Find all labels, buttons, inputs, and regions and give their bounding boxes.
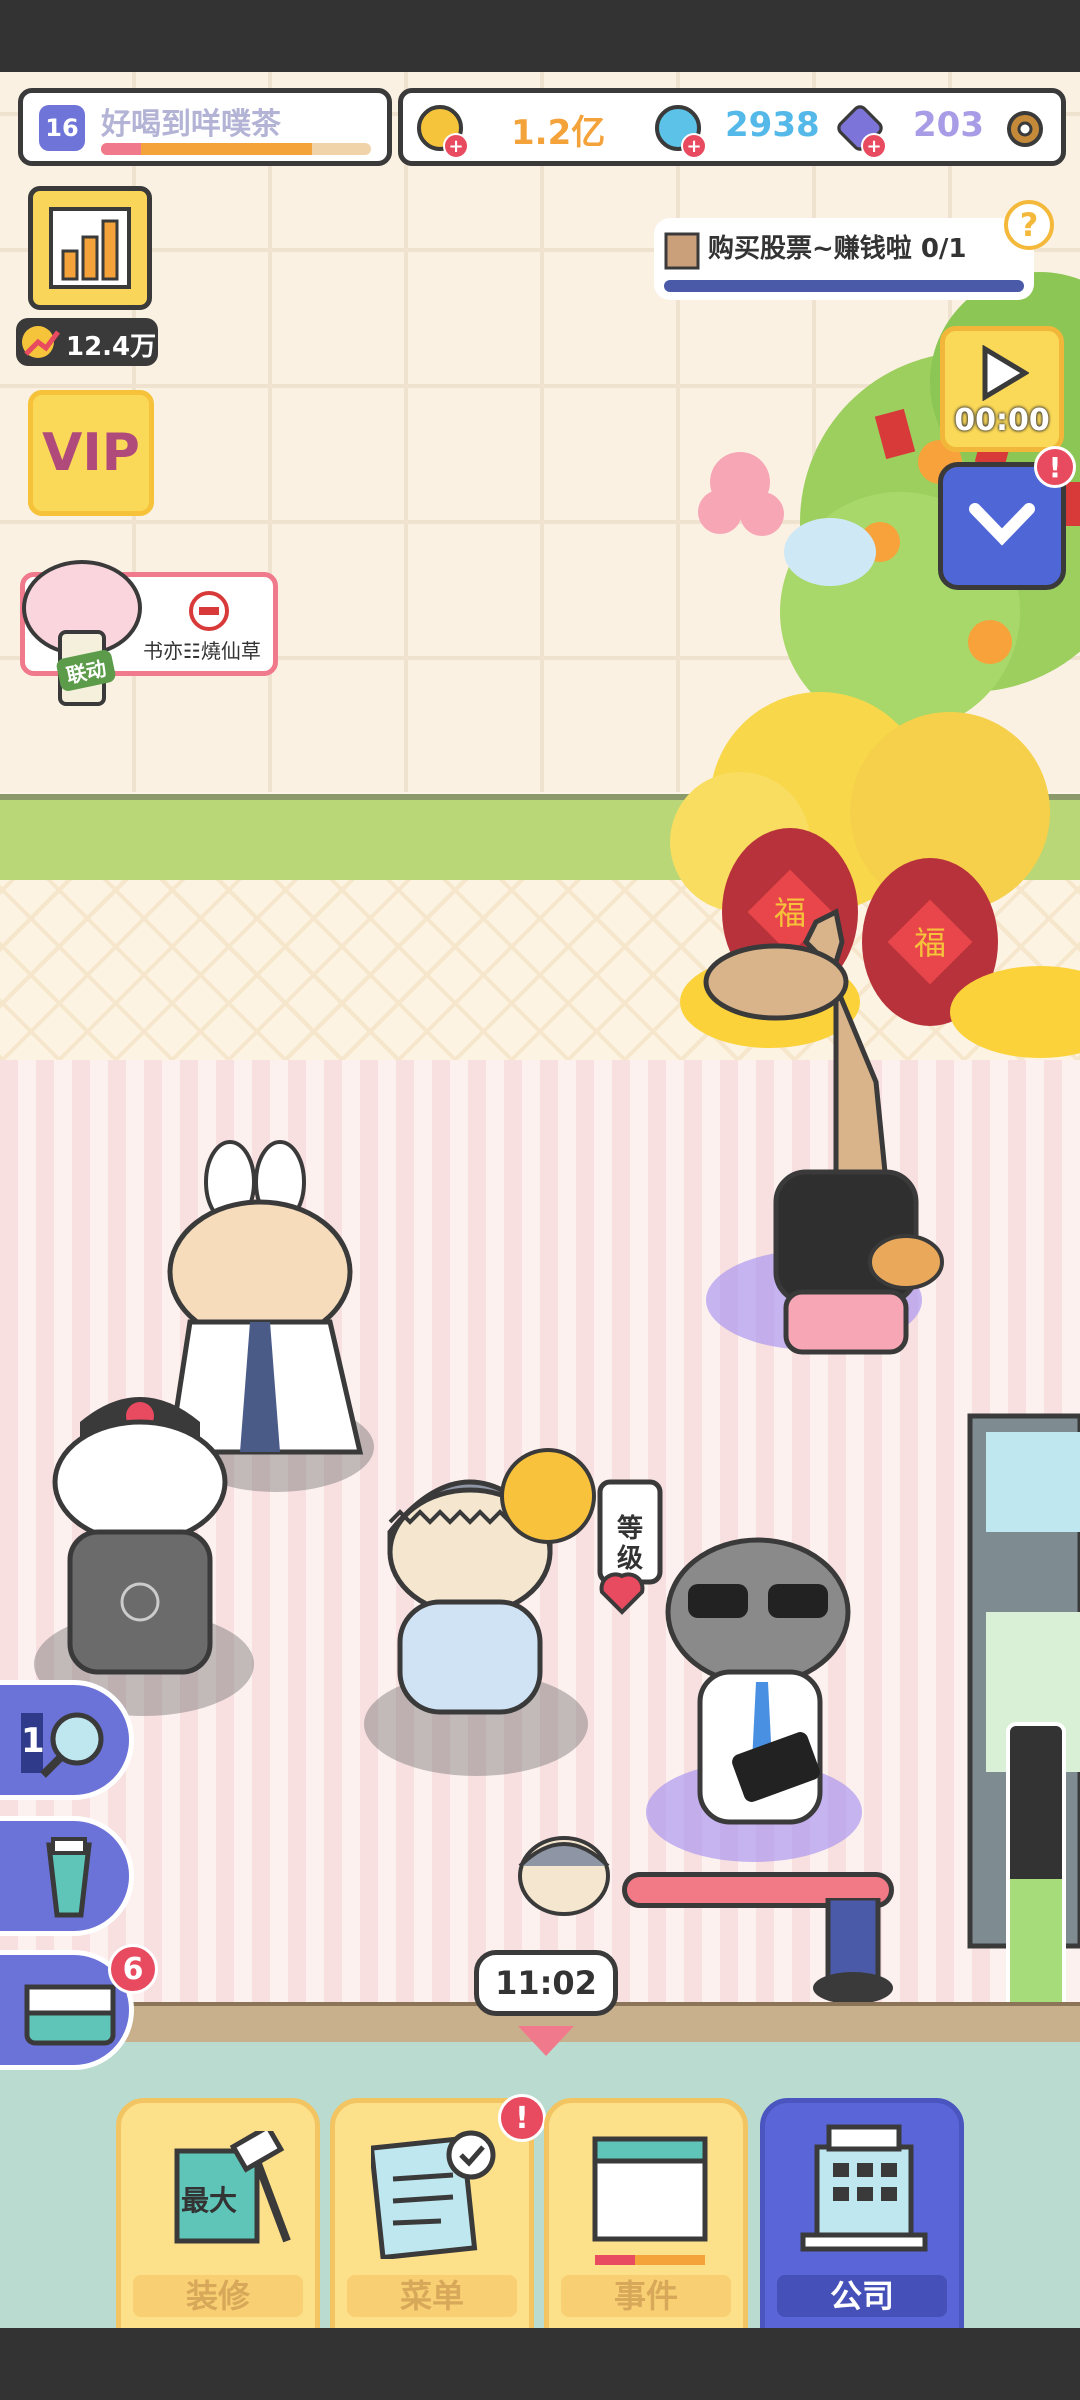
tab-company-label: 公司 <box>777 2275 947 2317</box>
cup-tool-button[interactable] <box>0 1816 134 1936</box>
collab-brand-text: 书亦☷燒仙草 <box>143 639 261 663</box>
brand-logo-icon <box>189 591 229 631</box>
energy-gauge <box>1006 1722 1066 2024</box>
staff-cat[interactable] <box>30 1362 270 1692</box>
status-bar <box>0 0 1080 72</box>
search-count: 1 <box>21 1721 45 1761</box>
add-coins-icon[interactable]: + <box>443 133 469 159</box>
watch-video-button[interactable]: 00:00 <box>940 326 1064 452</box>
settings-gear-icon[interactable] <box>1003 107 1047 151</box>
calendar-icon <box>592 2136 708 2265</box>
level-badge: 16 <box>39 105 85 151</box>
tab-events[interactable]: 事件 <box>544 2098 748 2338</box>
shark-kitten-icon <box>518 1836 610 1916</box>
tab-decorate[interactable]: 最大 装修 <box>116 2098 320 2338</box>
unhappy-emoji-icon <box>500 1448 596 1544</box>
search-customers-button[interactable]: 1 <box>0 1680 134 1800</box>
navigation-bar <box>0 2328 1080 2400</box>
gem-amount: 2938 <box>725 105 820 145</box>
collab-cat-icon <box>22 560 142 706</box>
coin-amount: 1.2亿 <box>511 113 606 153</box>
task-progress-bar <box>664 280 1024 292</box>
office-building-icon <box>800 2124 928 2252</box>
task-banner[interactable]: 购买股票~赚钱啦 0/1 <box>654 218 1034 300</box>
energy-gauge-fill <box>1010 1878 1062 2020</box>
tab-events-label: 事件 <box>561 2275 731 2317</box>
task-text: 购买股票~赚钱啦 0/1 <box>708 234 967 264</box>
level-progress-bar <box>101 143 371 155</box>
currency-panel: + 1.2亿 + 2938 + 203 <box>398 88 1066 166</box>
notification-count: 6 <box>108 1944 158 1994</box>
game-clock: 11:02 <box>474 1950 618 2016</box>
pole-icon <box>813 1898 893 2004</box>
giraffe-customer[interactable] <box>686 902 956 1392</box>
clock-marker-icon <box>518 2026 574 2056</box>
crystal-amount: 203 <box>913 105 984 145</box>
menu-document-icon <box>371 2130 496 2259</box>
video-timer: 00:00 <box>954 403 1050 438</box>
tab-company[interactable]: 公司 <box>760 2098 964 2338</box>
register-icon <box>24 1984 116 2046</box>
max-badge: 最大 <box>181 2184 238 2217</box>
businessman-cat-customer[interactable] <box>640 1502 880 1842</box>
cup-icon <box>46 1837 92 1918</box>
add-gems-icon[interactable]: + <box>681 133 707 159</box>
level-progress-start <box>101 143 141 155</box>
income-rate-badge: 12.4万 <box>16 318 158 366</box>
tab-decorate-label: 装修 <box>133 2275 303 2317</box>
bar-chart-icon <box>49 207 131 289</box>
help-button[interactable]: ? <box>1004 200 1054 250</box>
stats-button[interactable] <box>28 186 152 310</box>
add-crystals-icon[interactable]: + <box>861 133 887 159</box>
shop-level-panel[interactable]: 16 好喝到咩噗茶 <box>18 88 392 166</box>
menu-alert-badge: ! <box>498 2094 546 2142</box>
chevron-down-icon <box>969 503 1035 546</box>
play-icon <box>982 345 1029 401</box>
alert-badge: ! <box>1034 446 1076 488</box>
shop-name: 好喝到咩噗茶 <box>101 107 281 142</box>
trend-up-icon <box>22 326 60 358</box>
income-rate: 12.4万 <box>66 332 157 362</box>
stock-paper-icon <box>664 232 700 270</box>
vip-button[interactable]: VIP <box>28 390 154 516</box>
tab-menu-label: 菜单 <box>347 2275 517 2317</box>
